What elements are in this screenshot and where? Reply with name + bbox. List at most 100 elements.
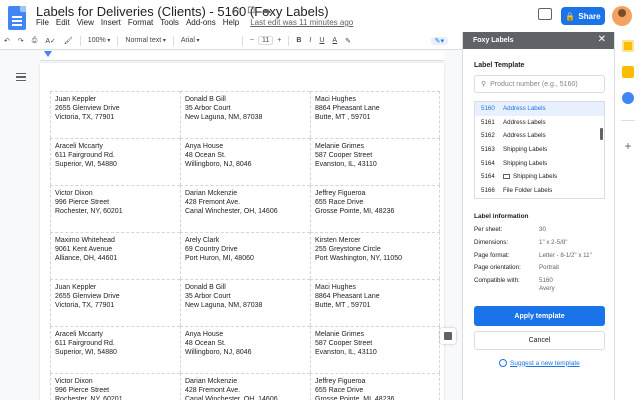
label-cell[interactable]: Maci Hughes 8864 Pheasant Lane Butte, MT ,… (310, 91, 440, 138)
label-street: 35 Arbor Court (185, 293, 231, 300)
label-street: 428 Fremont Ave. (185, 387, 241, 394)
label-cell[interactable]: Victor Dixon 996 Pierce Street Rochester, … (50, 373, 180, 400)
explore-icon[interactable] (440, 328, 456, 344)
document-page[interactable]: Juan Keppler 2655 Glenview Drive Victoria,… (40, 63, 444, 400)
template-name: Address Labels (503, 132, 546, 140)
label-name: Victor Dixon (55, 190, 93, 197)
label-cell[interactable]: Maximo Whitehead 9061 Kent Avenue Alliance… (50, 232, 180, 279)
label-cell[interactable]: Darian Mckenzie 428 Fremont Ave. Canal Win… (180, 373, 310, 400)
label-cell[interactable]: Donald B Gill 35 Arbor Court New Laguna, N… (180, 91, 310, 138)
menu-file[interactable]: File (36, 18, 49, 27)
label-city: New Laguna, NM, 87038 (185, 114, 263, 121)
label-city: Grosse Pointe, MI, 48236 (315, 208, 395, 215)
template-search-input[interactable]: ⚲ Product number (e.g., 5160) (474, 75, 605, 93)
template-item[interactable]: 5160 Address Labels (475, 102, 604, 116)
label-street: 255 Greystone Circle (315, 246, 381, 253)
font-size-decrease[interactable]: − (246, 37, 258, 44)
ruler[interactable] (40, 51, 444, 61)
label-cell[interactable]: Melanie Grimes 587 Cooper Street Evanston,… (310, 138, 440, 185)
menu-tools[interactable]: Tools (160, 18, 179, 27)
suggest-template-link[interactable]: Suggest a new template (499, 359, 580, 367)
label-name: Victor Dixon (55, 378, 93, 385)
info-row: Compatible with: 5160 Avery (474, 277, 592, 293)
docs-logo-icon[interactable] (8, 6, 26, 30)
template-item[interactable]: 5164 Shipping Labels (475, 170, 604, 184)
zoom-select[interactable]: 100% (84, 37, 115, 44)
document-outline-icon[interactable] (16, 73, 26, 81)
label-cell[interactable]: Juan Keppler 2655 Glenview Drive Victoria,… (50, 91, 180, 138)
label-cell[interactable]: Donald B Gill 35 Arbor Court New Laguna, N… (180, 279, 310, 326)
label-cell[interactable]: Juan Keppler 2655 Glenview Drive Victoria,… (50, 279, 180, 326)
add-addon-icon[interactable]: + (622, 140, 634, 152)
bold-button[interactable]: B (292, 37, 305, 44)
label-cell[interactable]: Anya House 48 Ocean St. Willingboro, NJ, 8… (180, 138, 310, 185)
font-size-increase[interactable]: + (273, 37, 285, 44)
underline-button[interactable]: U (315, 37, 328, 44)
template-list-scrollbar[interactable] (600, 128, 603, 140)
search-placeholder: Product number (e.g., 5160) (490, 80, 578, 88)
undo-icon[interactable]: ↶ (0, 37, 14, 45)
redo-icon[interactable]: ↷ (14, 37, 28, 45)
label-name: Juan Keppler (55, 284, 97, 291)
label-name: Melanie Grimes (315, 143, 365, 150)
paint-format-icon[interactable]: 🖌 (60, 37, 77, 45)
style-select[interactable]: Normal text (121, 37, 169, 44)
move-folder-icon[interactable]: ⊡ (247, 5, 255, 16)
label-cell[interactable]: Anya House 48 Ocean St. Willingboro, NJ, 8… (180, 326, 310, 373)
font-select[interactable]: Arial (177, 37, 239, 44)
label-name: Araceli Mccarty (55, 143, 103, 150)
avatar[interactable] (612, 6, 632, 26)
comment-history-icon[interactable] (538, 8, 552, 20)
label-information: Per sheet: 30 Dimensions: 1" x 2-5/8" Page f… (474, 226, 592, 293)
apply-template-button[interactable]: Apply template (474, 306, 605, 326)
template-code: 5164 (481, 159, 495, 167)
label-cell[interactable]: Jeffrey Figueroa 655 Race Drive Grosse Poi… (310, 185, 440, 232)
last-edit-link[interactable]: Last edit was 11 minutes ago (250, 18, 353, 27)
template-item[interactable]: 5166 File Folder Labels (475, 184, 604, 198)
label-cell[interactable]: Kirsten Mercer 255 Greystone Circle Port W… (310, 232, 440, 279)
indent-marker-icon[interactable] (44, 51, 52, 57)
menu-help[interactable]: Help (223, 18, 239, 27)
menu-format[interactable]: Format (128, 18, 153, 27)
template-name: Shipping Labels (503, 159, 548, 167)
italic-button[interactable]: I (305, 37, 315, 44)
template-item[interactable]: 5163 Shipping Labels (475, 143, 604, 157)
menu-edit[interactable]: Edit (56, 18, 70, 27)
highlight-icon[interactable]: ✎ (341, 37, 355, 45)
label-cell[interactable]: Darian Mckenzie 428 Fremont Ave. Canal Win… (180, 185, 310, 232)
label-cell[interactable]: Jeffrey Figueroa 655 Race Drive Grosse Poi… (310, 373, 440, 400)
document-title[interactable]: Labels for Deliveries (Clients) - 5160 (… (36, 4, 329, 19)
font-size-input[interactable]: 11 (257, 36, 274, 45)
label-cell[interactable]: Araceli Mccarty 611 Fairground Rd. Superio… (50, 326, 180, 373)
toolbar: ↶ ↷ ⎙ A✓ 🖌 100% Normal text Arial − 11 +… (0, 32, 462, 50)
star-icon[interactable]: ☆ (232, 5, 241, 16)
menu-view[interactable]: View (77, 18, 94, 27)
calendar-icon[interactable] (622, 40, 634, 52)
spellcheck-icon[interactable]: A✓ (41, 37, 60, 45)
label-cell[interactable]: Araceli Mccarty 611 Fairground Rd. Superio… (50, 138, 180, 185)
share-button[interactable]: 🔒 Share (561, 7, 605, 25)
template-code: 5164 (481, 173, 495, 181)
label-street: 655 Race Drive (315, 199, 364, 206)
editing-mode-button[interactable]: ✎▾ (430, 36, 448, 45)
close-icon[interactable]: ✕ (598, 34, 606, 45)
label-cell[interactable]: Melanie Grimes 587 Cooper Street Evanston,… (310, 326, 440, 373)
label-cell[interactable]: Victor Dixon 996 Pierce Street Rochester, … (50, 185, 180, 232)
keep-icon[interactable] (622, 66, 634, 78)
template-item[interactable]: 5164 Shipping Labels (475, 156, 604, 170)
label-cell[interactable]: Arely Clark 69 Country Drive Port Huron, M… (180, 232, 310, 279)
cancel-button[interactable]: Cancel (474, 331, 605, 350)
print-icon[interactable]: ⎙ (28, 37, 42, 45)
info-value: 5160 Avery (539, 277, 555, 293)
info-row: Page orientation: Portrait (474, 264, 592, 277)
text-color-button[interactable]: A (328, 37, 341, 44)
label-name: Anya House (185, 331, 224, 338)
tasks-icon[interactable] (622, 92, 634, 104)
label-street: 587 Cooper Street (315, 340, 373, 347)
template-list[interactable]: 5160 Address Labels 5161 Address Labels 5162… (474, 101, 605, 199)
menu-insert[interactable]: Insert (101, 18, 121, 27)
menu-addons[interactable]: Add-ons (186, 18, 216, 27)
template-item[interactable]: 5162 Address Labels (475, 129, 604, 143)
template-item[interactable]: 5161 Address Labels (475, 116, 604, 130)
label-cell[interactable]: Maci Hughes 8864 Pheasant Lane Butte, MT ,… (310, 279, 440, 326)
